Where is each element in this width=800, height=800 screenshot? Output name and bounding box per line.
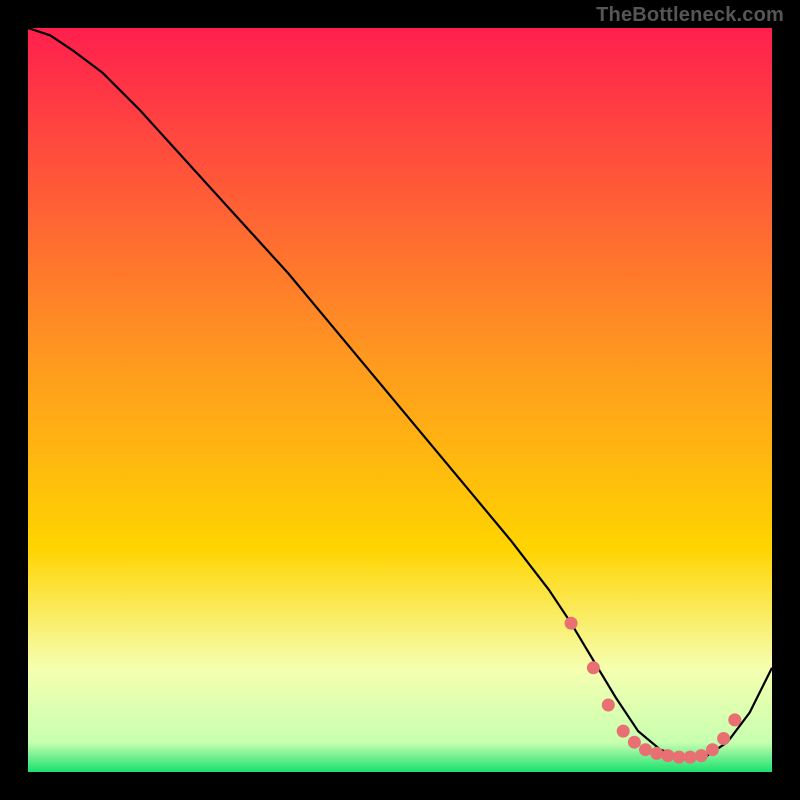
highlight-dot <box>650 747 663 760</box>
attribution-text: TheBottleneck.com <box>596 4 784 27</box>
highlight-dot <box>602 699 615 712</box>
chart-svg <box>28 28 772 772</box>
highlight-dot <box>565 617 578 630</box>
highlight-dot <box>673 751 686 764</box>
highlight-dot <box>728 713 741 726</box>
gradient-background <box>28 28 772 772</box>
highlight-dot <box>617 725 630 738</box>
highlight-dot <box>587 661 600 674</box>
highlight-dot <box>695 749 708 762</box>
highlight-dot <box>684 751 697 764</box>
highlight-dot <box>706 743 719 756</box>
highlight-dot <box>628 736 641 749</box>
highlight-dot <box>639 743 652 756</box>
plot-area <box>28 28 772 772</box>
highlight-dot <box>717 732 730 745</box>
chart-frame: TheBottleneck.com <box>0 0 800 800</box>
highlight-dot <box>661 749 674 762</box>
